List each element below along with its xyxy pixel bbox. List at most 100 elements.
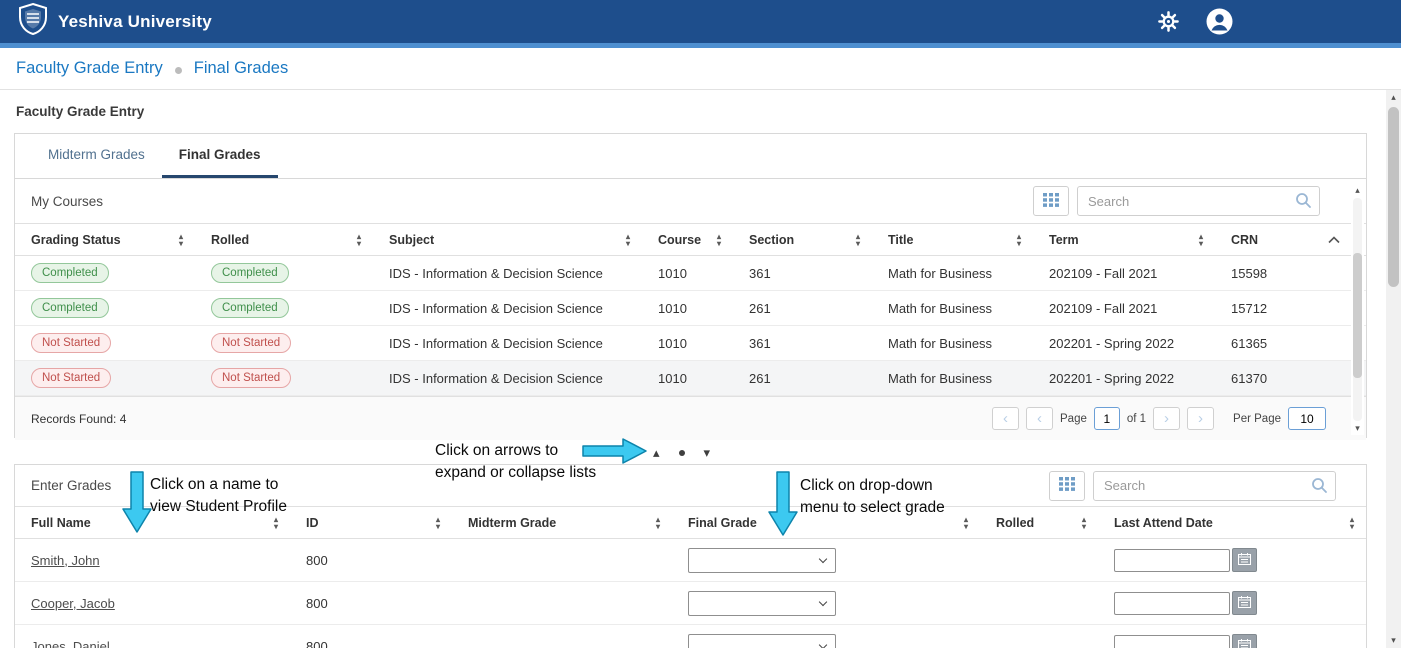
breadcrumb-faculty-grade-entry[interactable]: Faculty Grade Entry bbox=[16, 59, 163, 78]
first-page-button[interactable] bbox=[992, 407, 1019, 430]
last-attend-date-input[interactable] bbox=[1114, 635, 1230, 648]
sort-icon[interactable] bbox=[1350, 516, 1354, 530]
grades-search-input[interactable] bbox=[1093, 471, 1336, 501]
scroll-down-button[interactable] bbox=[1386, 633, 1401, 648]
brand: Yeshiva University bbox=[18, 3, 212, 40]
user-profile-icon[interactable] bbox=[1206, 8, 1233, 35]
grade-row: Jones, Daniel 800 bbox=[15, 625, 1366, 648]
calendar-icon bbox=[1238, 639, 1251, 648]
student-name-link[interactable]: Smith, John bbox=[31, 553, 100, 568]
course-row[interactable]: Completed Completed IDS - Information & … bbox=[15, 256, 1366, 291]
course-row[interactable]: Completed Completed IDS - Information & … bbox=[15, 291, 1366, 326]
brand-title: Yeshiva University bbox=[58, 12, 212, 32]
courses-search-input[interactable] bbox=[1077, 186, 1320, 216]
column-header-last-attend-date[interactable]: Last Attend Date bbox=[1114, 516, 1366, 530]
final-grade-select[interactable] bbox=[688, 591, 836, 616]
grades-tools bbox=[1049, 471, 1336, 501]
sort-icon[interactable] bbox=[357, 233, 361, 247]
calendar-button[interactable] bbox=[1232, 591, 1257, 615]
column-header-grading-status[interactable]: Grading Status bbox=[31, 233, 211, 247]
settings-gear-icon[interactable] bbox=[1157, 10, 1180, 33]
sort-icon[interactable] bbox=[1017, 233, 1021, 247]
sort-icon[interactable] bbox=[856, 233, 860, 247]
column-header-course[interactable]: Course bbox=[658, 233, 749, 247]
last-attend-date-input[interactable] bbox=[1114, 549, 1230, 572]
breadcrumb-separator-icon bbox=[175, 67, 182, 74]
column-header-title[interactable]: Title bbox=[888, 233, 1049, 247]
annotation-expand-collapse: Click on arrows to expand or collapse li… bbox=[435, 440, 596, 484]
page-of-label: of 1 bbox=[1127, 413, 1146, 425]
course-row[interactable]: Not Started Not Started IDS - Informatio… bbox=[15, 326, 1366, 361]
course-row[interactable]: Not Started Not Started IDS - Informatio… bbox=[15, 361, 1366, 396]
multi-select-grid-button[interactable] bbox=[1033, 186, 1069, 216]
crn-cell: 61365 bbox=[1231, 336, 1311, 351]
courses-table-footer: Records Found: 4 Page of 1 Per Page bbox=[15, 396, 1366, 440]
rolled-cell: Completed bbox=[211, 298, 389, 318]
sort-icon[interactable] bbox=[436, 516, 440, 530]
tab-midterm-grades[interactable]: Midterm Grades bbox=[31, 134, 162, 178]
page-title: Faculty Grade Entry bbox=[16, 104, 144, 119]
previous-page-button[interactable] bbox=[1026, 407, 1053, 430]
per-page-input[interactable] bbox=[1288, 407, 1326, 430]
crn-cell: 61370 bbox=[1231, 371, 1311, 386]
page-scrollbar[interactable] bbox=[1386, 90, 1401, 648]
column-header-midterm-grade[interactable]: Midterm Grade bbox=[468, 516, 688, 530]
section-cell: 361 bbox=[749, 336, 888, 351]
section-title-enter-grades: Enter Grades bbox=[31, 478, 111, 493]
sort-icon[interactable] bbox=[1082, 516, 1086, 530]
chevron-up-icon[interactable] bbox=[1328, 233, 1340, 247]
column-label: Rolled bbox=[211, 233, 249, 247]
column-header-term[interactable]: Term bbox=[1049, 233, 1231, 247]
column-header-id[interactable]: ID bbox=[306, 516, 468, 530]
last-page-button[interactable] bbox=[1187, 407, 1214, 430]
courses-tools bbox=[1033, 186, 1320, 216]
page-number-input[interactable] bbox=[1094, 407, 1120, 430]
grading-status-cell: Completed bbox=[31, 263, 211, 283]
annotation-student-profile: Click on a name to view Student Profile bbox=[150, 474, 287, 518]
app-header: Yeshiva University bbox=[0, 0, 1401, 43]
collapse-up-arrow-icon[interactable] bbox=[653, 444, 660, 462]
course-cell: 1010 bbox=[658, 371, 749, 386]
courses-search bbox=[1077, 186, 1320, 216]
tab-final-grades[interactable]: Final Grades bbox=[162, 134, 278, 178]
last-attend-date-input[interactable] bbox=[1114, 592, 1230, 615]
sort-icon[interactable] bbox=[626, 233, 630, 247]
grade-row: Cooper, Jacob 800 bbox=[15, 582, 1366, 625]
student-name-link[interactable]: Cooper, Jacob bbox=[31, 596, 115, 611]
scroll-up-button[interactable] bbox=[1351, 184, 1364, 197]
scroll-up-button[interactable] bbox=[1386, 90, 1401, 105]
sort-icon[interactable] bbox=[1199, 233, 1203, 247]
rolled-cell: Not Started bbox=[211, 333, 389, 353]
multi-select-grid-button[interactable] bbox=[1049, 471, 1085, 501]
column-header-rolled[interactable]: Rolled bbox=[996, 516, 1114, 530]
expand-down-arrow-icon[interactable] bbox=[704, 444, 711, 462]
scrollbar-track[interactable] bbox=[1353, 198, 1362, 421]
column-label: Term bbox=[1049, 233, 1079, 247]
sort-icon[interactable] bbox=[179, 233, 183, 247]
calendar-button[interactable] bbox=[1232, 548, 1257, 572]
scrollbar-thumb[interactable] bbox=[1388, 107, 1399, 287]
sort-icon[interactable] bbox=[656, 516, 660, 530]
final-grade-select[interactable] bbox=[688, 634, 836, 648]
calendar-icon bbox=[1238, 553, 1251, 568]
final-grade-select[interactable] bbox=[688, 548, 836, 573]
grading-status-badge: Not Started bbox=[31, 333, 111, 353]
column-header-crn[interactable]: CRN bbox=[1231, 233, 1311, 247]
next-page-button[interactable] bbox=[1153, 407, 1180, 430]
scrollbar-thumb[interactable] bbox=[1353, 253, 1362, 378]
column-label: Full Name bbox=[31, 516, 91, 530]
column-header-section[interactable]: Section bbox=[749, 233, 888, 247]
column-header-rolled[interactable]: Rolled bbox=[211, 233, 389, 247]
crn-cell: 15598 bbox=[1231, 266, 1311, 281]
sort-icon[interactable] bbox=[717, 233, 721, 247]
grid-icon bbox=[1043, 193, 1059, 210]
student-name-link[interactable]: Jones, Daniel bbox=[31, 639, 110, 648]
courses-scrollbar bbox=[1351, 184, 1364, 435]
calendar-button[interactable] bbox=[1232, 634, 1257, 648]
subject-cell: IDS - Information & Decision Science bbox=[389, 301, 658, 316]
records-found: Records Found: 4 bbox=[31, 412, 126, 426]
column-header-subject[interactable]: Subject bbox=[389, 233, 658, 247]
scroll-down-button[interactable] bbox=[1351, 422, 1364, 435]
breadcrumb-current: Final Grades bbox=[194, 59, 288, 78]
sort-icon[interactable] bbox=[964, 516, 968, 530]
